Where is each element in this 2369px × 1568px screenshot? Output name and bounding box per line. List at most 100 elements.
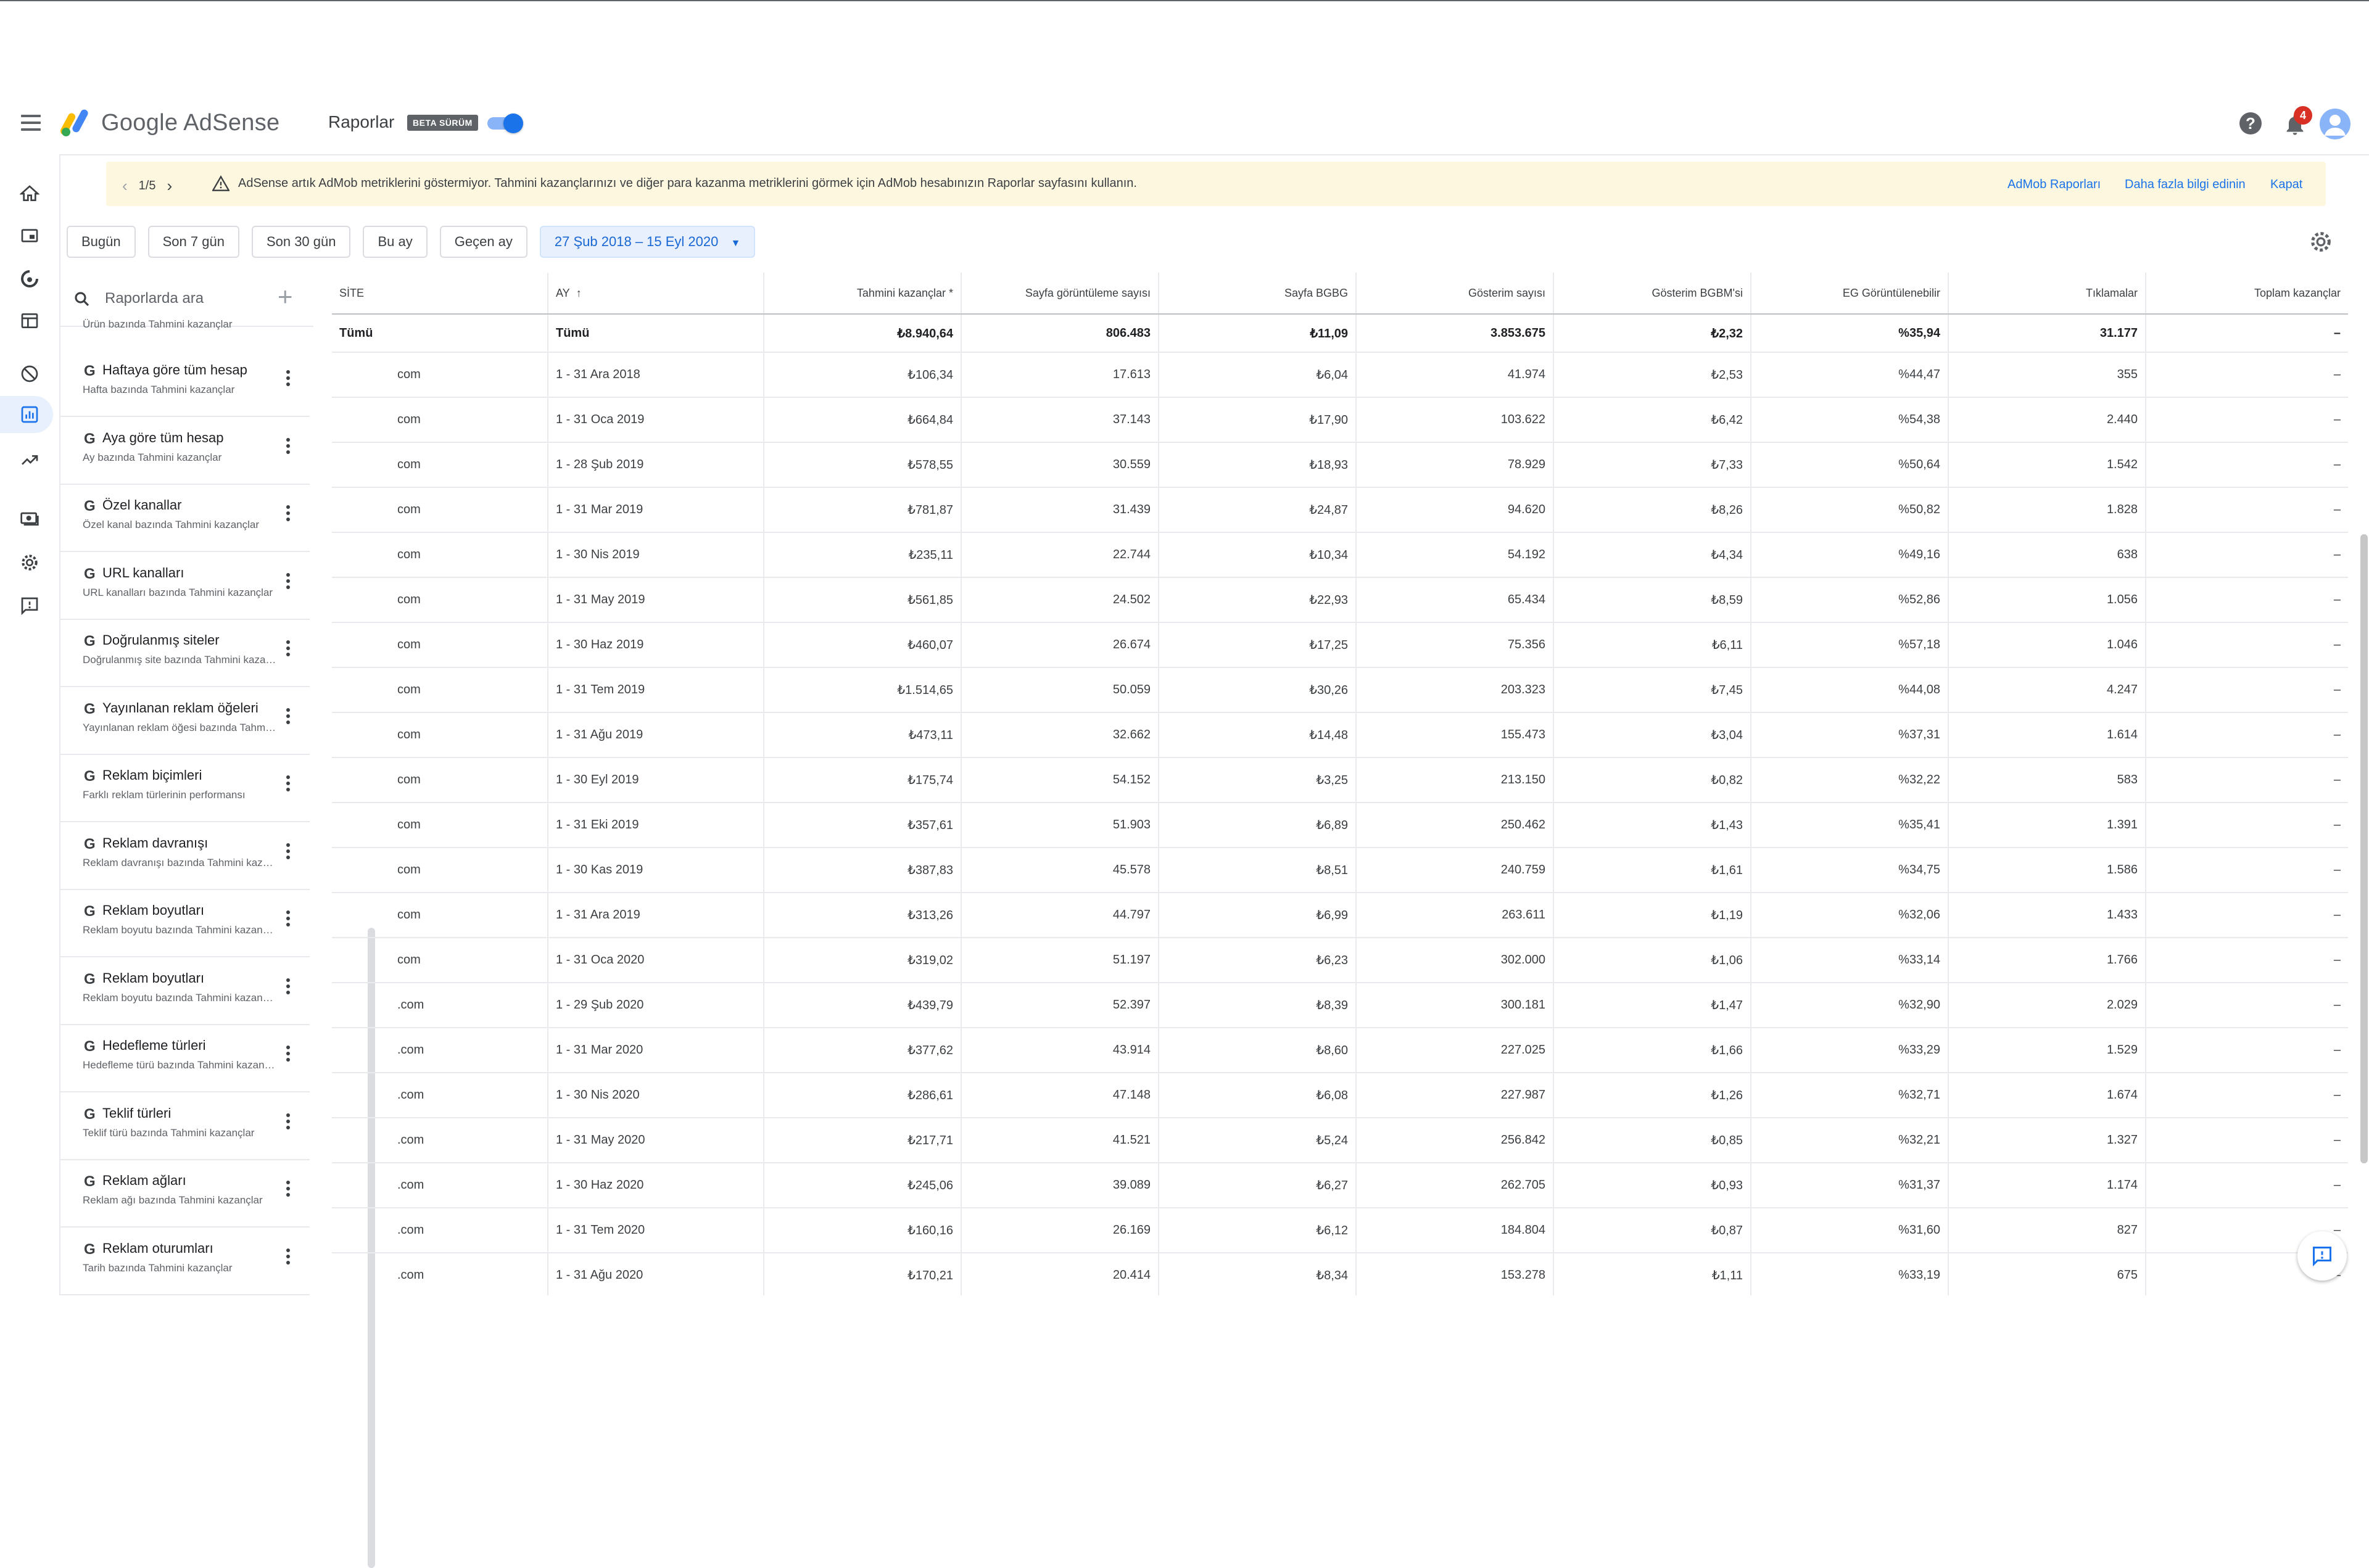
- column-header[interactable]: Tıklamalar: [1948, 273, 2146, 315]
- learn-more-link[interactable]: Daha fazla bilgi edinin: [2125, 178, 2246, 192]
- column-header[interactable]: SİTE: [332, 273, 548, 315]
- date-chip-custom[interactable]: 27 Şub 2018 – 15 Eyl 2020 ▼: [539, 226, 756, 258]
- feedback-icon: [2313, 1247, 2331, 1267]
- report-item[interactable]: G Hedefleme türleri Hedefleme türü bazında…: [60, 1025, 310, 1092]
- column-header[interactable]: Toplam kazançlar: [2145, 273, 2348, 315]
- reports-icon[interactable]: [0, 396, 53, 433]
- more-vert-icon[interactable]: [285, 1046, 291, 1064]
- chevron-right-icon[interactable]: ›: [167, 176, 172, 196]
- report-item[interactable]: G Reklam boyutları Reklam boyutu bazında T…: [60, 889, 310, 957]
- report-item-subtitle: Ürün bazında Tahmini kazançlar: [83, 318, 233, 330]
- report-item[interactable]: G Reklam davranışı Reklam davranışı bazınd…: [60, 822, 310, 890]
- table-cell: ₺0,87: [1553, 1208, 1751, 1253]
- table-cell: ₺24,87: [1158, 487, 1356, 533]
- report-item[interactable]: G Teklif türleri Teklif türü bazında Tahmi…: [60, 1092, 310, 1160]
- add-icon[interactable]: +: [278, 284, 293, 310]
- report-item[interactable]: G Reklam ağları Reklam ağı bazında Tahmini…: [60, 1160, 310, 1228]
- report-item[interactable]: G Aya göre tüm hesap Ay bazında Tahmini ka…: [60, 417, 310, 485]
- column-header[interactable]: Gösterim BGBM'si: [1553, 273, 1751, 315]
- date-chip-last-month[interactable]: Geçen ay: [439, 226, 527, 258]
- report-item[interactable]: G Reklam oturumları Tarih bazında Tahmini …: [60, 1228, 310, 1295]
- account-icon[interactable]: [2320, 109, 2350, 139]
- table-cell: ₺313,26: [763, 893, 961, 938]
- more-vert-icon[interactable]: [285, 370, 291, 389]
- date-chip-today[interactable]: Bugün: [67, 226, 136, 258]
- date-chip-this-month[interactable]: Bu ay: [363, 226, 428, 258]
- feedback-icon[interactable]: [17, 593, 42, 618]
- table-cell: %35,94: [1750, 314, 1948, 353]
- page-title: Raporlar: [328, 112, 395, 131]
- home-icon[interactable]: [17, 181, 42, 206]
- report-item-title: Reklam boyutları: [102, 902, 205, 918]
- report-item[interactable]: G Reklam biçimleri Farklı reklam türlerini…: [60, 754, 310, 822]
- more-vert-icon[interactable]: [285, 1113, 291, 1132]
- adsense-logo-icon: [60, 109, 88, 136]
- more-vert-icon[interactable]: [285, 978, 291, 997]
- table-cell: ₺6,23: [1158, 938, 1356, 983]
- table-row: com 1 - 31 Ağu 2019 ₺473,11 32.662 ₺14,48 155…: [332, 712, 2348, 758]
- google-g-icon: G: [84, 1105, 96, 1123]
- more-vert-icon[interactable]: [285, 775, 291, 794]
- close-banner-link[interactable]: Kapat: [2270, 178, 2302, 192]
- ads-icon[interactable]: [17, 223, 42, 248]
- report-item[interactable]: G Doğrulanmış siteler Doğrulanmış site baz…: [60, 619, 310, 687]
- report-item[interactable]: G Özel kanallar Özel kanal bazında Tahmini…: [60, 484, 310, 552]
- block-icon[interactable]: [17, 361, 42, 386]
- report-item[interactable]: G Haftaya göre tüm hesap Hafta bazında Tah…: [60, 349, 310, 417]
- date-chip-last30[interactable]: Son 30 gün: [251, 226, 351, 258]
- table-cell: %57,18: [1750, 622, 1948, 668]
- more-vert-icon[interactable]: [285, 910, 291, 929]
- sites-icon[interactable]: [17, 308, 42, 333]
- table-cell: 1 - 31 Eki 2019: [547, 803, 764, 848]
- menu-icon[interactable]: [21, 115, 41, 131]
- table-cell: –: [2145, 1118, 2348, 1163]
- column-header[interactable]: EG Görüntülenebilir: [1750, 273, 1948, 315]
- table-cell: .com: [332, 1073, 548, 1118]
- column-header[interactable]: Gösterim sayısı: [1355, 273, 1553, 315]
- more-vert-icon[interactable]: [285, 708, 291, 727]
- more-vert-icon[interactable]: [285, 843, 291, 862]
- chevron-left-icon[interactable]: ‹: [122, 176, 128, 196]
- settings-icon[interactable]: [17, 550, 42, 575]
- column-header[interactable]: AY ↑: [547, 273, 764, 315]
- table-cell: 806.483: [961, 314, 1159, 353]
- table-cell: com: [332, 442, 548, 488]
- column-header[interactable]: Sayfa BGBG: [1158, 273, 1356, 315]
- report-item[interactable]: G Yayınlanan reklam öğeleri Yayınlanan rek…: [60, 687, 310, 755]
- report-item[interactable]: G Reklam boyutları Reklam boyutu bazında T…: [60, 957, 310, 1025]
- table-cell: 1 - 28 Şub 2019: [547, 442, 764, 488]
- table-cell: –: [2145, 667, 2348, 713]
- more-vert-icon[interactable]: [285, 1181, 291, 1199]
- table-cell: 103.622: [1355, 397, 1553, 443]
- table-cell: ₺8,39: [1158, 983, 1356, 1028]
- table-cell: ₺6,89: [1158, 803, 1356, 848]
- date-chip-custom-label: 27 Şub 2018 – 15 Eyl 2020: [554, 234, 719, 249]
- more-vert-icon[interactable]: [285, 505, 291, 524]
- table-cell: ₺2,53: [1553, 352, 1751, 398]
- table-cell: 20.414: [961, 1253, 1159, 1295]
- report-search-input[interactable]: Raporlarda ara: [105, 290, 204, 307]
- feedback-button[interactable]: [2297, 1231, 2347, 1281]
- date-chip-last7[interactable]: Son 7 gün: [147, 226, 239, 258]
- table-scrollbar[interactable]: [2360, 534, 2368, 1163]
- table-cell: .com: [332, 1163, 548, 1208]
- payments-icon[interactable]: [17, 506, 42, 530]
- table-cell: ₺17,90: [1158, 397, 1356, 443]
- table-row: com 1 - 30 Kas 2019 ₺387,83 45.578 ₺8,51 240.…: [332, 848, 2348, 893]
- auto-ads-icon[interactable]: [17, 266, 42, 291]
- more-vert-icon[interactable]: [285, 640, 291, 659]
- optimization-icon[interactable]: [17, 448, 42, 472]
- table-cell: 1.391: [1948, 803, 2146, 848]
- admob-reports-link[interactable]: AdMob Raporları: [2007, 178, 2101, 192]
- column-header[interactable]: Sayfa görüntüleme sayısı: [961, 273, 1159, 315]
- help-icon[interactable]: ?: [2239, 112, 2262, 134]
- beta-toggle[interactable]: [485, 113, 523, 133]
- table-settings-icon[interactable]: [2309, 229, 2333, 254]
- report-item-title: URL kanalları: [102, 564, 184, 580]
- table-cell: –: [2145, 848, 2348, 893]
- report-item[interactable]: G URL kanalları URL kanalları bazında Tahm…: [60, 552, 310, 620]
- more-vert-icon[interactable]: [285, 437, 291, 456]
- column-header[interactable]: Tahmini kazançlar *: [763, 273, 961, 315]
- more-vert-icon[interactable]: [285, 572, 291, 592]
- more-vert-icon[interactable]: [285, 1248, 291, 1267]
